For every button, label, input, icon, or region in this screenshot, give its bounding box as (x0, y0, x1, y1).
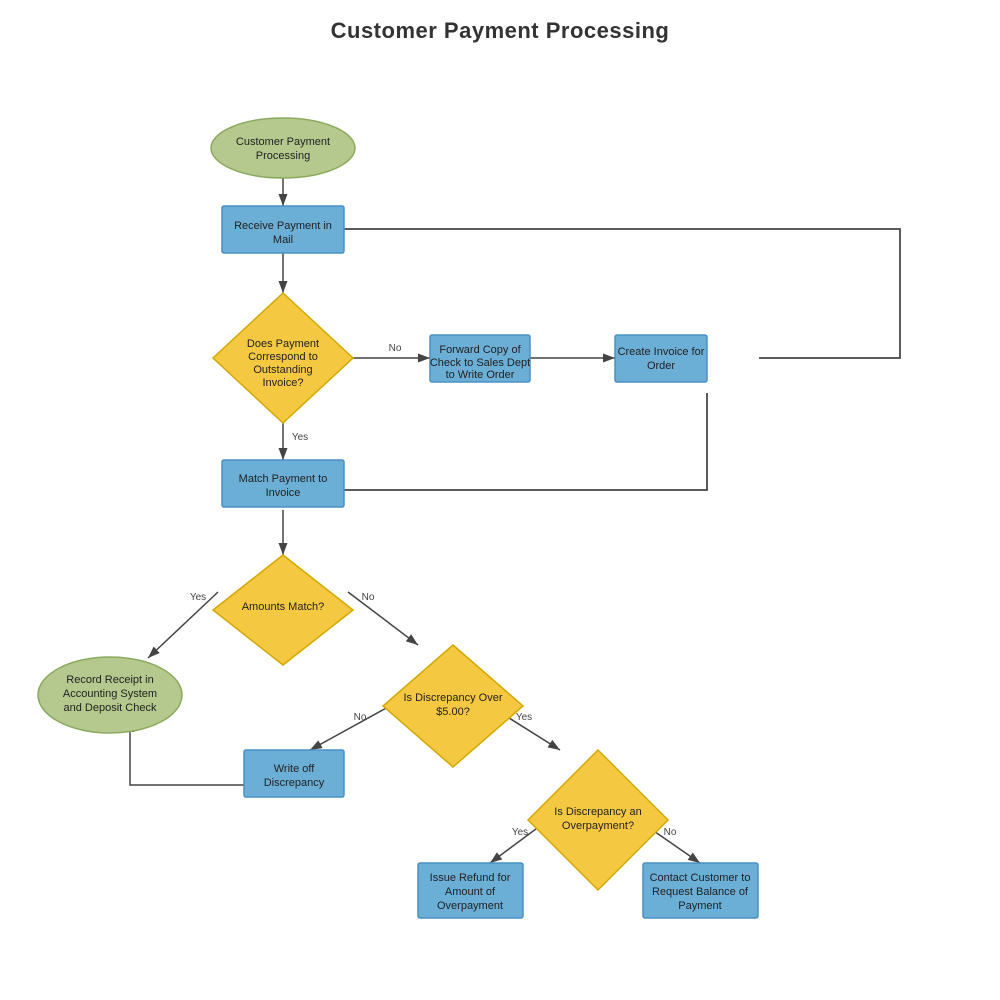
forward-label3: to Write Order (446, 369, 515, 381)
diagram-container: Customer Payment Processing (0, 0, 1000, 1000)
no-label-3: No (354, 712, 367, 723)
decision1-label2: Correspond to (248, 351, 318, 363)
forward-label: Forward Copy of (439, 344, 521, 356)
writeoff-label: Write off (274, 763, 315, 775)
yes-label-1: Yes (292, 432, 308, 443)
receive-label: Receive Payment in (234, 220, 332, 232)
decision3-label2: $5.00? (436, 706, 470, 718)
contact-label2: Request Balance of (652, 886, 749, 898)
record-label: Record Receipt in (66, 674, 153, 686)
contact-label3: Payment (678, 900, 721, 912)
createinvoice-node (615, 335, 707, 382)
refund-label: Issue Refund for (430, 872, 511, 884)
start-node (211, 118, 355, 178)
decision1-label4: Invoice? (263, 377, 304, 389)
decision3-label: Is Discrepancy Over (403, 692, 502, 704)
no-label-1: No (389, 343, 402, 354)
receive-label2: Mail (273, 234, 293, 246)
decision4-label: Is Discrepancy an (554, 806, 641, 818)
writeoff-label2: Discrepancy (264, 777, 325, 789)
match-label: Match Payment to (239, 473, 328, 485)
yes-label-4: Yes (512, 827, 528, 838)
flowchart: Customer Payment Processing Receive Paym… (0, 0, 1000, 1000)
no-label-4: No (664, 827, 677, 838)
createinvoice-label: Create Invoice for (618, 346, 705, 358)
createinvoice-label2: Order (647, 360, 675, 372)
forward-label2: Check to Sales Dept (430, 357, 530, 369)
refund-label3: Overpayment (437, 900, 503, 912)
no-label-2: No (362, 592, 375, 603)
yes-label-2: Yes (190, 592, 206, 603)
decision4-label2: Overpayment? (562, 820, 634, 832)
decision1-label3: Outstanding (253, 364, 312, 376)
record-label2: Accounting System (63, 688, 157, 700)
match-label2: Invoice (266, 487, 301, 499)
yes-label-3: Yes (516, 712, 532, 723)
start-label: Customer Payment (236, 136, 330, 148)
refund-label2: Amount of (445, 886, 496, 898)
decision1-label: Does Payment (247, 338, 319, 350)
decision2-label: Amounts Match? (242, 601, 325, 613)
start-label2: Processing (256, 150, 310, 162)
contact-label: Contact Customer to (650, 872, 751, 884)
record-label3: and Deposit Check (64, 702, 157, 714)
